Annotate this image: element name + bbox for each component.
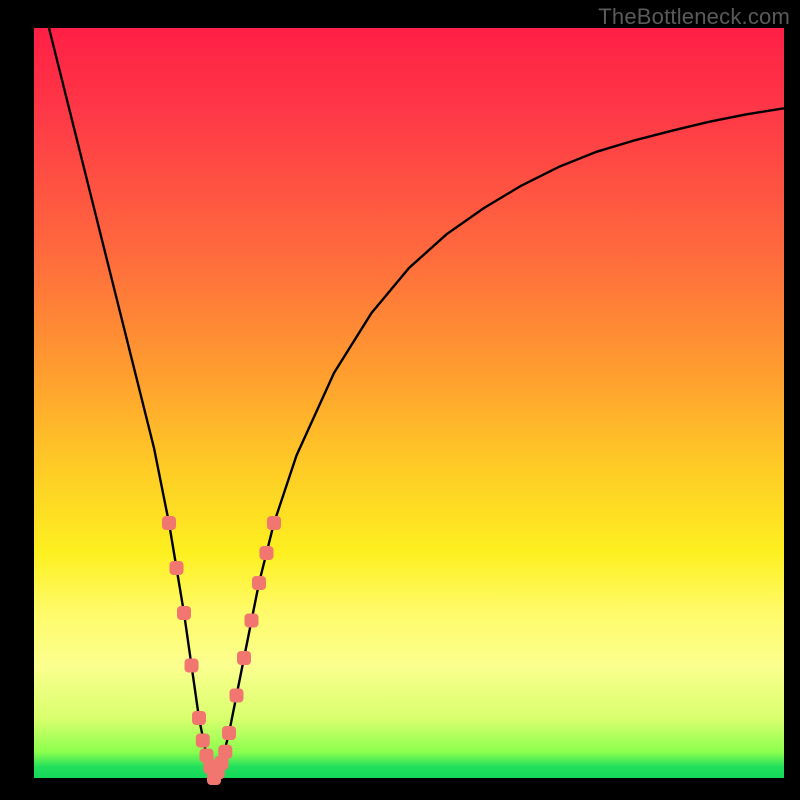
marker-point (170, 561, 184, 575)
marker-point (252, 576, 266, 590)
marker-point (230, 689, 244, 703)
bottleneck-curve (49, 28, 784, 778)
marker-point (196, 734, 210, 748)
marker-point (177, 606, 191, 620)
marker-point (192, 711, 206, 725)
marker-point (185, 659, 199, 673)
chart-frame: TheBottleneck.com (0, 0, 800, 800)
chart-svg (34, 28, 784, 778)
marker-point (162, 516, 176, 530)
marker-point (267, 516, 281, 530)
marker-point (237, 651, 251, 665)
marker-point (245, 614, 259, 628)
marker-point (222, 726, 236, 740)
curve-markers (162, 516, 281, 785)
marker-point (260, 546, 274, 560)
marker-point (218, 745, 232, 759)
watermark-text: TheBottleneck.com (598, 4, 790, 30)
